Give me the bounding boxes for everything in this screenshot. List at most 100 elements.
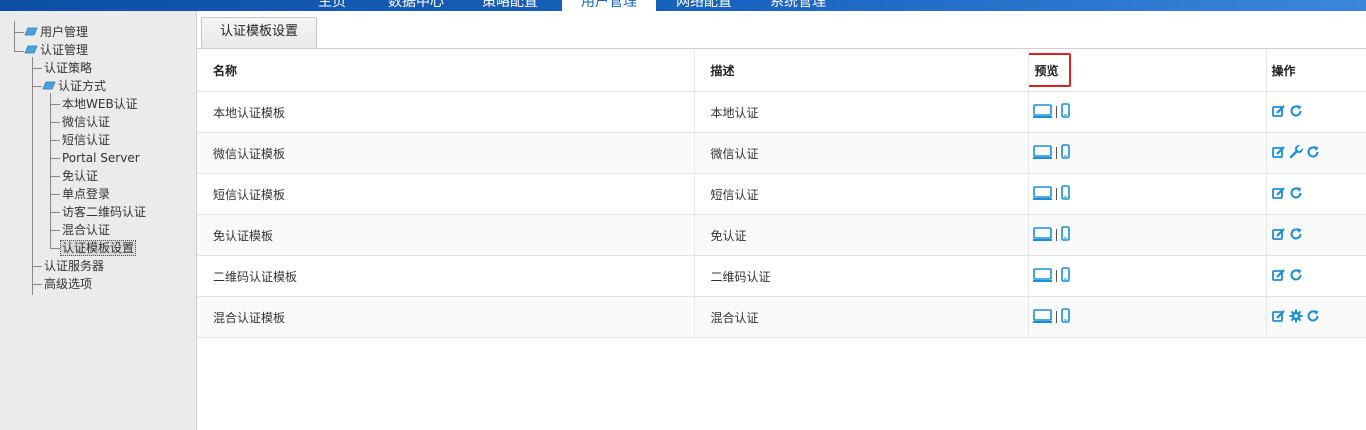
refresh-icon[interactable] [1306, 145, 1320, 162]
separator [1055, 106, 1057, 118]
tree-line [50, 212, 60, 213]
separator [1055, 147, 1057, 159]
edit-icon[interactable] [1271, 145, 1286, 162]
table-row: 混合认证模板 混合认证 [197, 296, 1366, 338]
tree-item-label: 认证模板设置 [60, 240, 137, 256]
mobile-icon[interactable] [1060, 308, 1070, 326]
cell-name: 短信认证模板 [197, 173, 695, 215]
column-header-ops: 操作 [1266, 49, 1366, 92]
tree-item-label: 微信认证 [62, 115, 111, 129]
column-header-preview: 预览 [1028, 49, 1267, 92]
tree-item-mixed[interactable]: 混合认证 [62, 221, 110, 239]
mobile-icon[interactable] [1060, 267, 1070, 285]
cell-preview [1028, 214, 1267, 256]
tree-line [32, 86, 42, 87]
tree-item-label: 认证服务器 [44, 259, 105, 273]
desktop-icon[interactable] [1032, 267, 1052, 285]
column-header-preview-label: 预览 [1034, 63, 1059, 78]
mobile-icon[interactable] [1060, 185, 1070, 203]
tree-item-auth-mgmt[interactable]: 认证管理 [24, 41, 88, 59]
edit-icon[interactable] [1271, 309, 1286, 326]
nav-item-network[interactable]: 网络配置 [676, 0, 732, 11]
tree-line [50, 104, 60, 105]
refresh-icon[interactable] [1289, 186, 1303, 203]
nav-item-home[interactable]: 主页 [318, 0, 346, 11]
tree-line [14, 21, 15, 51]
edit-icon[interactable] [1271, 268, 1286, 285]
tree-item-label: 短信认证 [62, 133, 111, 147]
cell-desc: 免认证 [694, 214, 1029, 256]
cell-preview [1028, 173, 1267, 215]
edit-icon[interactable] [1271, 186, 1286, 203]
tree-item-advanced[interactable]: 高级选项 [44, 275, 92, 293]
tab-bar: 认证模板设置 [197, 11, 1366, 48]
tree-item-label: 本地WEB认证 [62, 97, 138, 111]
tree-item-sms[interactable]: 短信认证 [62, 131, 110, 149]
tree-item-local-web[interactable]: 本地WEB认证 [62, 95, 138, 113]
tree-item-label: 认证管理 [40, 43, 89, 57]
desktop-icon[interactable] [1032, 226, 1052, 244]
top-nav-bar: 主页 数据中心 策略配置 用户管理 网络配置 系统管理 [0, 0, 1366, 11]
table-row: 二维码认证模板 二维码认证 [197, 255, 1366, 297]
refresh-icon[interactable] [1289, 268, 1303, 285]
cell-ops [1266, 296, 1366, 338]
tree-item-label: 用户管理 [40, 25, 89, 39]
tree-item-auth-server[interactable]: 认证服务器 [44, 257, 104, 275]
tree-item-guest-qr[interactable]: 访客二维码认证 [62, 203, 146, 221]
tree-item-portal[interactable]: Portal Server [62, 149, 140, 167]
edit-icon[interactable] [1271, 227, 1286, 244]
mobile-icon[interactable] [1060, 144, 1070, 162]
desktop-icon[interactable] [1032, 144, 1052, 162]
tree-item-auth-method[interactable]: 认证方式 [42, 77, 106, 95]
table-row: 微信认证模板 微信认证 [197, 132, 1366, 174]
tree-line [50, 176, 60, 177]
tree-line [50, 230, 60, 231]
refresh-icon[interactable] [1289, 227, 1303, 244]
tree-item-label: 访客二维码认证 [62, 205, 147, 219]
tree-item-label: 认证方式 [58, 79, 107, 93]
tree-line [50, 158, 60, 159]
desktop-icon[interactable] [1032, 308, 1052, 326]
table-row: 短信认证模板 短信认证 [197, 173, 1366, 215]
cell-desc: 二维码认证 [694, 255, 1029, 297]
cell-name: 二维码认证模板 [197, 255, 695, 297]
nav-item-user-mgmt[interactable]: 用户管理 [562, 0, 656, 11]
tree-line [50, 122, 60, 123]
tree-item-sso[interactable]: 单点登录 [62, 185, 110, 203]
table-row: 免认证模板 免认证 [197, 214, 1366, 256]
tree-line [50, 194, 60, 195]
cell-name: 混合认证模板 [197, 296, 695, 338]
gear-icon[interactable] [1289, 309, 1303, 326]
tree-item-user-mgmt[interactable]: 用户管理 [24, 23, 88, 41]
tab-template-settings[interactable]: 认证模板设置 [201, 17, 317, 48]
tree-line [32, 284, 42, 285]
mobile-icon[interactable] [1060, 226, 1070, 244]
column-header-name: 名称 [197, 49, 695, 92]
desktop-icon[interactable] [1032, 103, 1052, 121]
cell-desc: 微信认证 [694, 132, 1029, 174]
tree-item-template-settings[interactable]: 认证模板设置 [60, 239, 137, 257]
tree-line [32, 68, 42, 69]
separator [1055, 188, 1057, 200]
tree-item-no-auth[interactable]: 免认证 [62, 167, 98, 185]
cell-ops [1266, 173, 1366, 215]
tree-line [50, 248, 60, 249]
table-row: 本地认证模板 本地认证 [197, 91, 1366, 133]
nav-item-data-center[interactable]: 数据中心 [388, 0, 444, 11]
folder-icon [42, 81, 56, 90]
nav-item-policy[interactable]: 策略配置 [482, 0, 538, 11]
cell-desc: 短信认证 [694, 173, 1029, 215]
nav-item-system[interactable]: 系统管理 [770, 0, 826, 11]
refresh-icon[interactable] [1306, 309, 1320, 326]
cell-preview [1028, 255, 1267, 297]
tree-line [50, 140, 60, 141]
mobile-icon[interactable] [1060, 103, 1070, 121]
cell-ops [1266, 214, 1366, 256]
edit-icon[interactable] [1271, 104, 1286, 121]
tree-item-auth-policy[interactable]: 认证策略 [44, 59, 92, 77]
tree-item-wechat[interactable]: 微信认证 [62, 113, 110, 131]
desktop-icon[interactable] [1032, 185, 1052, 203]
refresh-icon[interactable] [1289, 104, 1303, 121]
main-panel: 认证模板设置 名称 描述 预览 操作 本地认证模板 本地认证 微信认证模板 微信认证短… [197, 11, 1366, 430]
wrench-icon[interactable] [1289, 143, 1304, 162]
